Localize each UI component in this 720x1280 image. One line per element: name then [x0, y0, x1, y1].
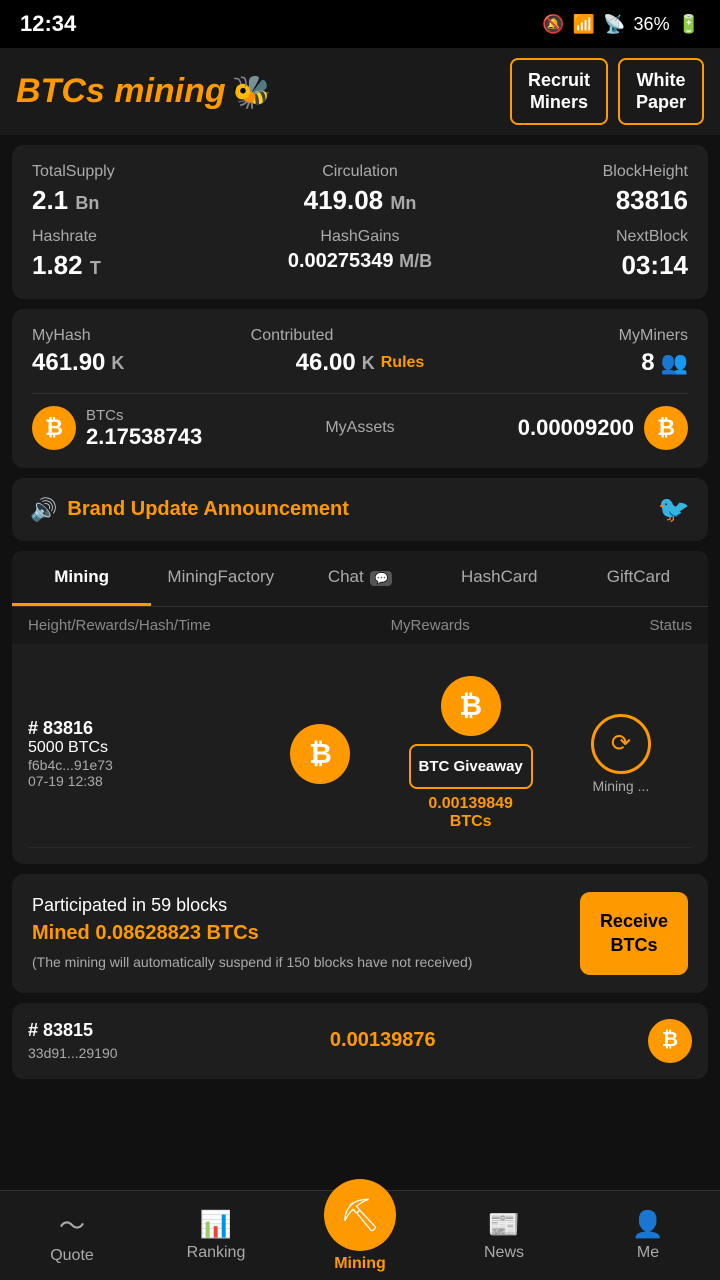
- next-block: NextBlock 03:14: [469, 228, 688, 281]
- announcement-text: Brand Update Announcement: [67, 498, 349, 521]
- logo-emoji: 🐝: [232, 73, 272, 111]
- btc-coin-icon: ₿: [644, 406, 688, 450]
- my-hash: MyHash 461.90 K: [32, 327, 251, 377]
- logo-text: BTCs mining: [16, 72, 226, 111]
- battery-icon: 🔋: [678, 14, 700, 35]
- mute-icon: 🔕: [542, 14, 564, 35]
- stats-card: TotalSupply 2.1 Bn Circulation 419.08 Mn…: [12, 145, 708, 299]
- header: BTCs mining 🐝 RecruitMiners WhitePaper: [0, 48, 720, 135]
- mining-entry-2-row: # 83815 33d91...29190 0.00139876 ₿: [12, 1003, 708, 1079]
- assets-row: ₿ BTCs 2.17538743 MyAssets 0.00009200 ₿: [32, 393, 688, 450]
- mining-btc-coin: ₿: [249, 724, 391, 784]
- status-time: 12:34: [20, 11, 76, 37]
- tab-chat[interactable]: Chat 💬: [290, 551, 429, 606]
- btcs-coin-icon: ₿: [32, 406, 76, 450]
- logo-area: BTCs mining 🐝: [16, 72, 272, 111]
- btcs-info: ₿ BTCs 2.17538743: [32, 406, 202, 450]
- status-bar: 12:34 🔕 📶 📡 36% 🔋: [0, 0, 720, 48]
- stats-grid: TotalSupply 2.1 Bn Circulation 419.08 Mn…: [32, 163, 688, 281]
- giveaway-button[interactable]: BTC Giveaway: [409, 744, 533, 789]
- block-height: BlockHeight 83816: [469, 163, 688, 216]
- hash-gains: HashGains 0.00275349 M/B: [251, 228, 470, 281]
- white-paper-button[interactable]: WhitePaper: [618, 58, 704, 125]
- mining-entry-2-info: # 83815 33d91...29190: [28, 1020, 118, 1061]
- contributed: Contributed 46.00 K Rules: [251, 327, 470, 377]
- btc-right: 0.00009200 ₿: [518, 406, 688, 450]
- participated-card: Participated in 59 blocks Mined 0.086288…: [12, 874, 708, 993]
- ranking-icon: 📊: [200, 1209, 232, 1240]
- myhash-card: MyHash 461.90 K Contributed 46.00 K Rule…: [12, 309, 708, 468]
- mining-entry-row: # 83816 5000 BTCs f6b4c...91e73 07-19 12…: [12, 644, 708, 864]
- wifi-icon: 📶: [573, 14, 595, 35]
- tab-mining-factory[interactable]: MiningFactory: [151, 551, 290, 606]
- header-buttons: RecruitMiners WhitePaper: [510, 58, 704, 125]
- nav-ranking[interactable]: 📊 Ranking: [144, 1201, 288, 1270]
- signal-icon: 📡: [603, 14, 625, 35]
- mining-clock-icon: ⟳: [591, 714, 651, 774]
- tabs-row: Mining MiningFactory Chat 💬 HashCard Gif…: [12, 551, 708, 607]
- rules-link[interactable]: Rules: [381, 354, 425, 372]
- tab-hash-card[interactable]: HashCard: [430, 551, 569, 606]
- participated-info: Participated in 59 blocks Mined 0.086288…: [32, 895, 472, 973]
- receive-btcs-button[interactable]: ReceiveBTCs: [580, 892, 688, 975]
- hashrate: Hashrate 1.82 T: [32, 228, 251, 281]
- nav-me[interactable]: 👤 Me: [576, 1201, 720, 1270]
- twitter-icon[interactable]: 🐦: [658, 494, 690, 525]
- news-icon: 📰: [488, 1209, 520, 1240]
- tab-gift-card[interactable]: GiftCard: [569, 551, 708, 606]
- announcement-bar[interactable]: 🔊 Brand Update Announcement 🐦: [12, 478, 708, 541]
- tab-mining[interactable]: Mining: [12, 551, 151, 606]
- mining-entry-2-coin: ₿: [648, 1019, 692, 1063]
- myhash-grid: MyHash 461.90 K Contributed 46.00 K Rule…: [32, 327, 688, 377]
- recruit-miners-button[interactable]: RecruitMiners: [510, 58, 608, 125]
- mining-giveaway: ₿ BTC Giveaway 0.00139849 BTCs: [400, 676, 542, 831]
- table-header: Height/Rewards/Hash/Time MyRewards Statu…: [12, 607, 708, 644]
- me-icon: 👤: [632, 1209, 664, 1240]
- nav-mining-center[interactable]: ⛏ Mining: [288, 1171, 432, 1280]
- nav-news[interactable]: 📰 News: [432, 1201, 576, 1270]
- mining-status: ⟳ Mining ...: [550, 714, 692, 794]
- total-supply: TotalSupply 2.1 Bn: [32, 163, 251, 216]
- chat-badge: 💬: [370, 571, 392, 586]
- my-miners: MyMiners 8 👥: [469, 327, 688, 377]
- quote-icon: 〜: [59, 1206, 85, 1243]
- battery-text: 36%: [634, 14, 670, 35]
- circulation: Circulation 419.08 Mn: [251, 163, 470, 216]
- nav-quote[interactable]: 〜 Quote: [0, 1198, 144, 1273]
- mining-entry: # 83816 5000 BTCs f6b4c...91e73 07-19 12…: [28, 660, 692, 848]
- bottom-nav: 〜 Quote 📊 Ranking ⛏ Mining 📰 News 👤 Me: [0, 1190, 720, 1280]
- status-icons: 🔕 📶 📡 36% 🔋: [542, 14, 700, 35]
- mining-center-icon: ⛏: [324, 1179, 396, 1251]
- people-icon: 👥: [661, 350, 688, 376]
- speaker-icon: 🔊: [30, 497, 57, 523]
- mining-entry-info: # 83816 5000 BTCs f6b4c...91e73 07-19 12…: [28, 718, 241, 789]
